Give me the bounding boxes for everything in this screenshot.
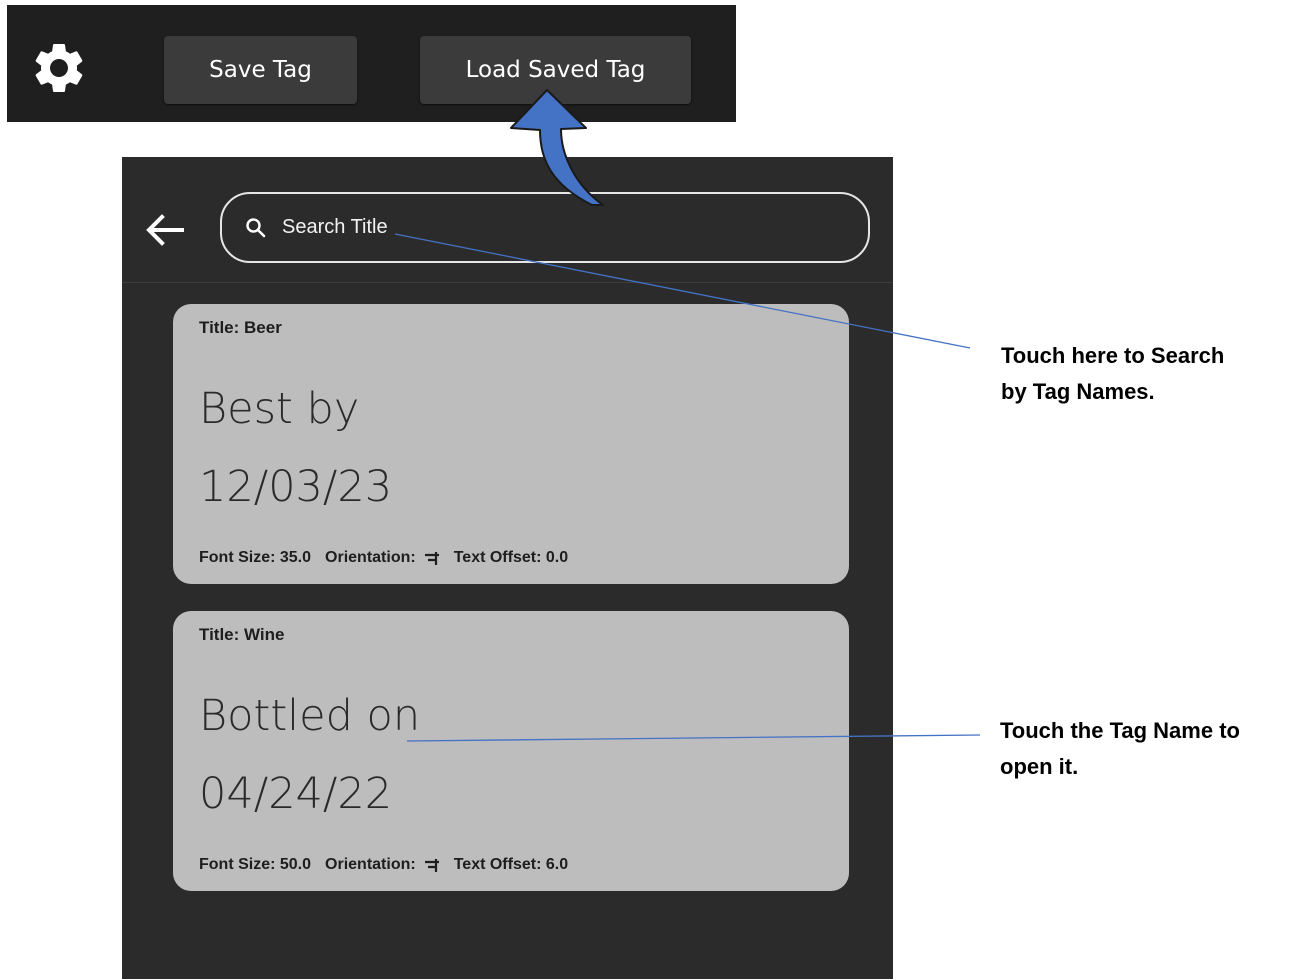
tag-text-line: Bottled on <box>199 691 421 741</box>
load-saved-tag-button[interactable]: Load Saved Tag <box>420 36 691 104</box>
tag-text-line: Best by <box>199 384 360 434</box>
top-toolbar: Save Tag Load Saved Tag <box>7 5 736 122</box>
panel-header <box>122 157 893 283</box>
tag-card[interactable]: Title: Wine Bottled on 04/24/22 Font Siz… <box>173 611 849 891</box>
tag-meta: Font Size: 35.0 Orientation: Text Offset… <box>199 549 568 567</box>
open-callout: Touch the Tag Name to open it. <box>1000 713 1290 785</box>
font-size-label: Font Size: 35.0 <box>199 549 312 566</box>
search-callout: Touch here to Search by Tag Names. <box>1001 338 1281 410</box>
saved-tags-panel: Title: Beer Best by 12/03/23 Font Size: … <box>122 157 893 979</box>
callout-text: Touch here to Search <box>1001 343 1225 368</box>
tag-text-line: 04/24/22 <box>199 769 393 819</box>
callout-text: by Tag Names. <box>1001 379 1155 404</box>
save-tag-button[interactable]: Save Tag <box>164 36 357 104</box>
callout-text: open it. <box>1000 754 1079 779</box>
font-size-label: Font Size: 50.0 <box>199 856 312 873</box>
arrow-left-icon[interactable] <box>142 210 186 250</box>
text-offset-label: Text Offset: 0.0 <box>453 549 569 566</box>
tag-card[interactable]: Title: Beer Best by 12/03/23 Font Size: … <box>173 304 849 584</box>
text-offset-label: Text Offset: 6.0 <box>453 856 569 873</box>
tag-text-line: 12/03/23 <box>199 462 393 512</box>
orientation-icon <box>424 552 439 565</box>
callout-text: Touch the Tag Name to <box>1000 718 1240 743</box>
orientation-icon <box>424 859 439 872</box>
gear-icon[interactable] <box>29 38 89 98</box>
search-input[interactable] <box>282 216 842 239</box>
screenshot-canvas: Save Tag Load Saved Tag Title: Beer Best… <box>0 0 1295 979</box>
search-bar[interactable] <box>220 192 870 263</box>
search-icon <box>246 217 266 237</box>
orientation-label: Orientation: <box>325 549 416 566</box>
tag-meta: Font Size: 50.0 Orientation: Text Offset… <box>199 856 568 874</box>
tag-title[interactable]: Title: Wine <box>199 625 284 645</box>
orientation-label: Orientation: <box>325 856 416 873</box>
tag-title[interactable]: Title: Beer <box>199 318 282 338</box>
